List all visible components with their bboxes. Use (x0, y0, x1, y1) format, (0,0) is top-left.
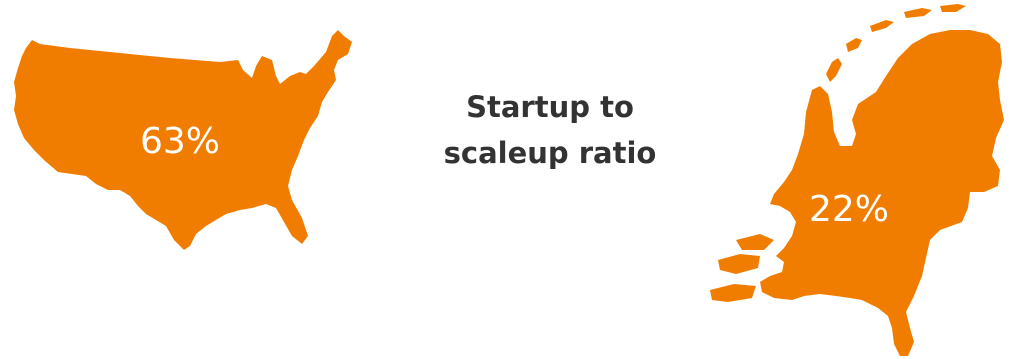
netherlands-map: 22% (700, 0, 1021, 359)
netherlands-percentage: 22% (809, 189, 890, 230)
chart-title: Startup to scaleup ratio (410, 84, 690, 176)
usa-map: 63% (0, 0, 370, 260)
title-line-2: scaleup ratio (443, 136, 657, 170)
usa-percentage: 63% (140, 121, 221, 162)
netherlands-map-icon (710, 4, 1004, 356)
title-line-1: Startup to (466, 90, 634, 124)
